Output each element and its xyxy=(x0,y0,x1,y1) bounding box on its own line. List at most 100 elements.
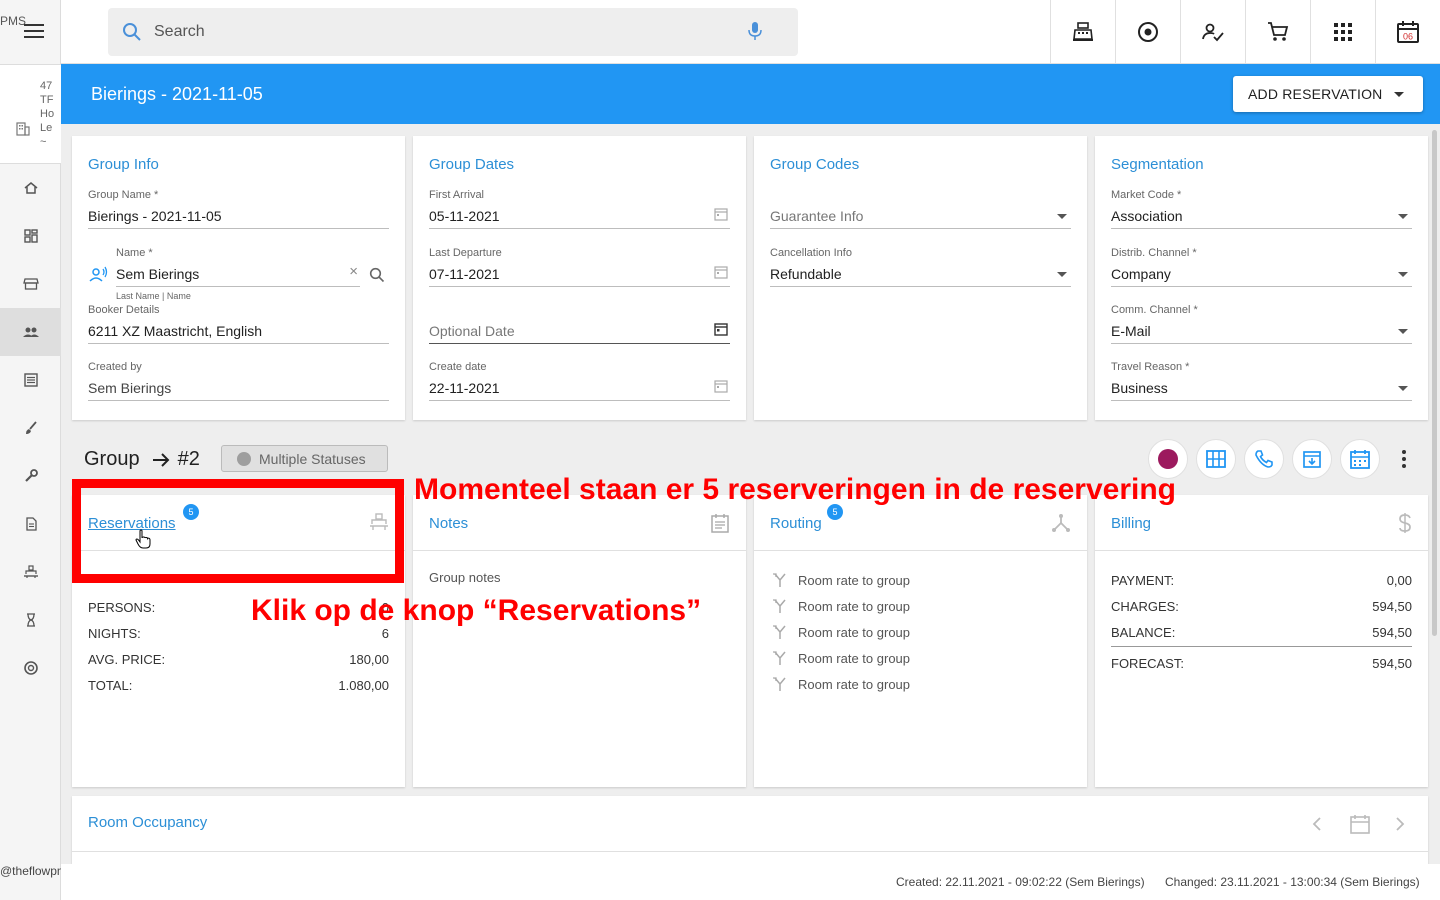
sidebar-item-housekeeping[interactable] xyxy=(0,404,61,452)
create-date-label: Create date xyxy=(429,361,487,373)
booker-field[interactable]: Booker Details 6211 XZ Maastricht, Engli… xyxy=(88,304,389,344)
calendar-button[interactable] xyxy=(1340,439,1380,479)
menu-icon[interactable] xyxy=(24,24,44,40)
room-grid-button[interactable] xyxy=(1196,439,1236,479)
guarantee-input[interactable]: Guarantee Info xyxy=(770,203,1071,229)
routing-title[interactable]: Routing xyxy=(770,515,822,532)
first-arrival-label: First Arrival xyxy=(429,189,484,201)
cash-register-button[interactable] xyxy=(1050,0,1115,64)
last-departure-input[interactable]: 07-11-2021 xyxy=(429,261,730,287)
split-icon xyxy=(773,625,786,639)
scrollbar[interactable] xyxy=(1432,130,1437,636)
calendar-icon[interactable] xyxy=(714,207,728,221)
cancellation-select[interactable]: Cancellation Info Refundable xyxy=(770,247,1071,287)
travel-reason-select[interactable]: Travel Reason * Business xyxy=(1111,361,1412,401)
optional-date-input[interactable]: Optional Date xyxy=(429,318,730,344)
grid-icon xyxy=(1206,450,1226,468)
search-bar[interactable] xyxy=(108,8,798,56)
calendar-icon: 06 xyxy=(1397,21,1419,43)
comm-channel-select[interactable]: Comm. Channel * E-Mail xyxy=(1111,304,1412,344)
page-title: Bierings - 2021-11-05 xyxy=(91,84,263,104)
group-codes-title: Group Codes xyxy=(770,156,860,173)
target-button[interactable] xyxy=(1115,0,1180,64)
first-arrival-input[interactable]: 05-11-2021 xyxy=(429,203,730,229)
travel-reason-input[interactable]: Business xyxy=(1111,375,1412,401)
calendar-button[interactable]: 06 xyxy=(1375,0,1440,64)
group-name-input[interactable]: Bierings - 2021-11-05 xyxy=(88,203,389,229)
brand-label: PMS xyxy=(0,14,27,28)
call-button[interactable] xyxy=(1244,439,1284,479)
split-icon xyxy=(773,651,786,665)
status-badge[interactable]: Multiple Statuses xyxy=(221,445,388,472)
calendar-icon[interactable] xyxy=(714,322,728,336)
clear-icon[interactable]: × xyxy=(349,263,358,280)
group-breadcrumb: Group #2 xyxy=(84,448,200,471)
search-input[interactable] xyxy=(154,20,714,44)
calendar-icon[interactable] xyxy=(1350,814,1370,834)
contact-voice-icon[interactable] xyxy=(88,265,108,283)
notes-icon[interactable] xyxy=(710,513,730,533)
archive-button[interactable] xyxy=(1292,439,1332,479)
chevron-down-icon xyxy=(1057,214,1067,219)
add-reservation-button[interactable]: ADD RESERVATION xyxy=(1233,76,1423,112)
apps-button[interactable] xyxy=(1310,0,1375,64)
sidebar-item-support[interactable] xyxy=(0,644,61,692)
routing-item[interactable]: Room rate to group xyxy=(772,650,910,666)
routing-item[interactable]: Room rate to group xyxy=(772,598,910,614)
last-departure-field[interactable]: Last Departure 07-11-2021 xyxy=(429,247,730,287)
document-icon xyxy=(25,517,37,531)
market-code-value: Association xyxy=(1111,208,1183,224)
group-notes-text[interactable]: Group notes xyxy=(429,570,501,585)
hotel-name: 47 TF Ho Le ~ xyxy=(40,80,54,148)
guarantee-select[interactable]: Guarantee Info xyxy=(770,189,1071,229)
sidebar-item-list[interactable] xyxy=(0,356,61,404)
distrib-channel-input[interactable]: Company xyxy=(1111,261,1412,287)
microphone-icon[interactable] xyxy=(748,21,762,41)
routing-item[interactable]: Room rate to group xyxy=(772,572,910,588)
groups-icon xyxy=(22,327,39,337)
distrib-channel-select[interactable]: Distrib. Channel * Company xyxy=(1111,247,1412,287)
sidebar-item-room-service[interactable] xyxy=(0,548,61,596)
name-label: Name * xyxy=(116,247,153,259)
market-code-input[interactable]: Association xyxy=(1111,203,1412,229)
sidebar-item-maintenance[interactable] xyxy=(0,452,61,500)
search-icon[interactable] xyxy=(369,267,385,283)
sidebar-item-dashboard[interactable] xyxy=(0,212,61,260)
split-icon xyxy=(773,573,786,587)
room-service-icon xyxy=(23,565,38,578)
chevron-right-icon[interactable] xyxy=(1395,817,1405,831)
chevron-down-icon xyxy=(1398,329,1408,334)
notes-title: Notes xyxy=(429,515,469,532)
calendar-icon[interactable] xyxy=(714,265,728,279)
guarantee-placeholder: Guarantee Info xyxy=(770,208,864,224)
routing-item[interactable]: Room rate to group xyxy=(772,624,910,640)
billing-card: Billing PAYMENT: 0,00 CHARGES: 594,50 BALA… xyxy=(1095,495,1428,787)
optional-date-field[interactable]: Optional Date xyxy=(429,304,730,344)
status-dot xyxy=(237,451,251,466)
cart-button[interactable] xyxy=(1245,0,1310,64)
chevron-down-icon xyxy=(1394,91,1405,97)
hotel-selector[interactable]: 47 TF Ho Le ~ xyxy=(0,64,61,164)
room-occupancy-title[interactable]: Room Occupancy xyxy=(88,814,207,831)
sidebar-item-home[interactable] xyxy=(0,164,61,212)
booker-value[interactable]: 6211 XZ Maastricht, English xyxy=(88,318,389,344)
billing-title[interactable]: Billing xyxy=(1111,515,1151,532)
sidebar-item-groups[interactable] xyxy=(0,308,61,356)
cancellation-input[interactable]: Refundable xyxy=(770,261,1071,287)
more-options-icon[interactable] xyxy=(1394,446,1414,472)
calendar-icon xyxy=(1350,450,1370,469)
comm-channel-input[interactable]: E-Mail xyxy=(1111,318,1412,344)
market-code-select[interactable]: Market Code * Association xyxy=(1111,189,1412,229)
first-arrival-field[interactable]: First Arrival 05-11-2021 xyxy=(429,189,730,229)
sidebar-item-store[interactable] xyxy=(0,260,61,308)
chevron-left-icon[interactable] xyxy=(1312,817,1322,831)
store-icon xyxy=(22,278,39,290)
user-check-button[interactable] xyxy=(1180,0,1245,64)
market-code-label: Market Code * xyxy=(1111,189,1182,201)
sidebar-item-documents[interactable] xyxy=(0,500,61,548)
name-input[interactable]: Sem Bierings × xyxy=(116,261,360,287)
group-name-field[interactable]: Group Name * Bierings - 2021-11-05 xyxy=(88,189,389,229)
sidebar-item-history[interactable] xyxy=(0,596,61,644)
optional-date-placeholder: Optional Date xyxy=(429,323,515,339)
routing-item[interactable]: Room rate to group xyxy=(772,676,910,692)
